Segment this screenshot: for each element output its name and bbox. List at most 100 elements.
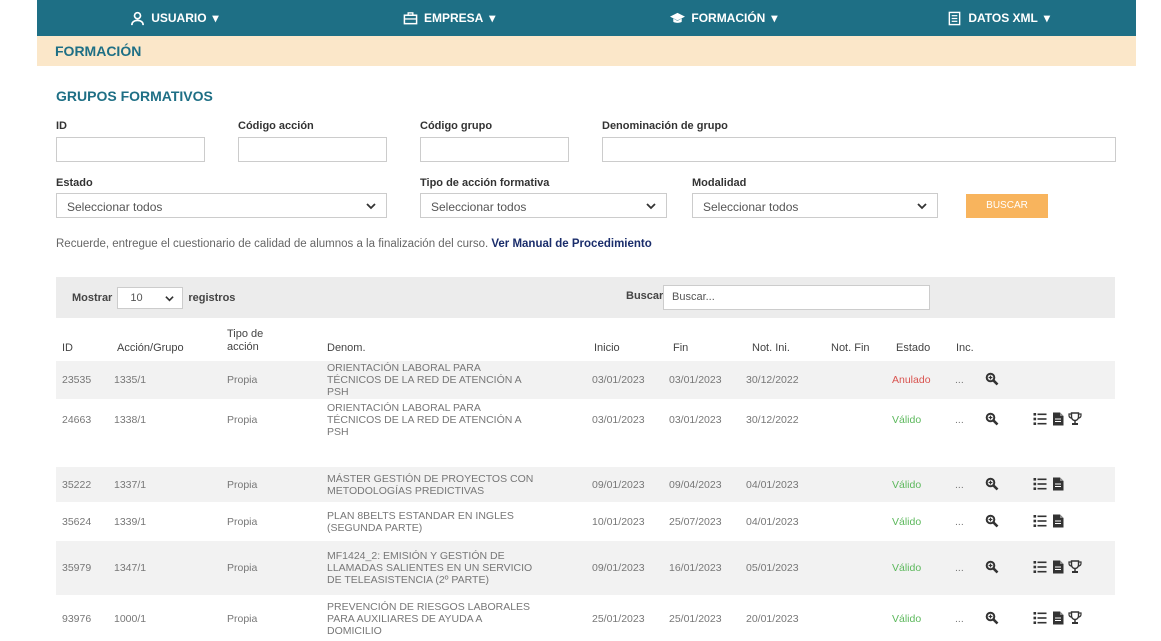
nav-formacion[interactable]: FORMACIÓN ▾: [587, 0, 862, 36]
modalidad-select[interactable]: Seleccionar todos: [692, 193, 938, 218]
manual-link[interactable]: Ver Manual de Procedimiento: [491, 238, 651, 250]
cell-denom-line: MF1424_2: EMISIÓN Y GESTIÓN DE: [327, 550, 505, 562]
list-icon[interactable]: [1033, 611, 1047, 625]
table-header: ID Acción/Grupo Tipo de acción Denom. Ini…: [56, 324, 1115, 360]
document-list-icon: [948, 11, 961, 25]
document-icon[interactable]: [1051, 412, 1065, 426]
tipo-accion-select-value: Seleccionar todos: [431, 200, 527, 214]
cell-tipo: Propia: [227, 613, 258, 625]
cell-fin: 25/01/2023: [669, 613, 722, 625]
table-row: 93976 1000/1 Propia PREVENCIÓN DE RIESGOS L…: [56, 597, 1115, 641]
section-title: GRUPOS FORMATIVOS: [56, 88, 213, 104]
list-icon[interactable]: [1033, 514, 1047, 528]
page-title: FORMACIÓN: [37, 36, 1136, 66]
table-search-input[interactable]: Buscar...: [663, 285, 930, 310]
cell-denom: MF1424_2: EMISIÓN Y GESTIÓN DE LLAMADAS S…: [327, 550, 582, 586]
length-select[interactable]: 10: [117, 287, 184, 309]
document-icon[interactable]: [1051, 514, 1065, 528]
nav-datos-xml-label: DATOS XML: [968, 11, 1038, 25]
col-fin[interactable]: Fin: [673, 342, 688, 354]
search-icon[interactable]: [985, 477, 999, 491]
cell-inc: ...: [955, 562, 964, 574]
graduation-cap-icon: [670, 12, 686, 23]
cell-denom-line: ORIENTACIÓN LABORAL PARA: [327, 362, 481, 374]
cell-denom-line: METODOLOGÍAS PREDICTIVAS: [327, 485, 485, 497]
nav-usuario[interactable]: USUARIO ▾: [37, 0, 312, 36]
id-input[interactable]: [56, 137, 205, 162]
status-badge: Válido: [892, 516, 922, 528]
chevron-down-icon: [646, 203, 656, 210]
cell-denom: MÁSTER GESTIÓN DE PROYECTOS CON METODOLOG…: [327, 473, 582, 497]
nav-formacion-label: FORMACIÓN: [691, 11, 766, 25]
list-icon[interactable]: [1033, 560, 1047, 574]
cell-denom-line: TÉCNICOS DE LA RED DE ATENCIÓN A: [327, 414, 522, 426]
document-icon[interactable]: [1051, 611, 1065, 625]
search-icon[interactable]: [985, 611, 999, 625]
cell-inc: ...: [955, 613, 964, 625]
modalidad-label: Modalidad: [692, 177, 747, 189]
cell-denom-line: TÉCNICOS DE LA RED DE ATENCIÓN A: [327, 374, 522, 386]
list-icon[interactable]: [1033, 477, 1047, 491]
col-tipo-line1: Tipo de: [227, 328, 264, 340]
cell-inicio: 25/01/2023: [592, 613, 645, 625]
cell-not-ini: 30/12/2022: [746, 414, 799, 426]
table-row: 35979 1347/1 Propia MF1424_2: EMISIÓN Y GES…: [56, 541, 1115, 595]
mostrar-label: Mostrar: [72, 292, 113, 304]
cell-fin: 25/07/2023: [669, 516, 722, 528]
cell-inicio: 09/01/2023: [592, 562, 645, 574]
denominacion-label: Denominación de grupo: [602, 120, 728, 132]
cell-denom-line: DOMICILIO: [327, 625, 382, 637]
cell-denom: ORIENTACIÓN LABORAL PARA TÉCNICOS DE LA R…: [327, 362, 582, 398]
trophy-icon[interactable]: [1068, 412, 1082, 426]
col-tipo-line2: acción: [227, 341, 259, 353]
codigo-grupo-label: Código grupo: [420, 120, 493, 132]
col-tipo[interactable]: Tipo de acción: [227, 328, 263, 354]
chevron-down-icon: [917, 203, 927, 210]
search-icon[interactable]: [985, 372, 999, 386]
trophy-icon[interactable]: [1068, 560, 1082, 574]
col-inicio[interactable]: Inicio: [594, 342, 620, 354]
col-inc[interactable]: Inc.: [956, 342, 974, 354]
caret-down-icon: ▾: [212, 11, 219, 25]
cell-denom-line: PLAN 8BELTS ESTANDAR EN INGLES: [327, 510, 514, 522]
table-row: 35624 1339/1 Propia PLAN 8BELTS ESTANDAR EN…: [56, 504, 1115, 539]
cell-inicio: 10/01/2023: [592, 516, 645, 528]
col-denom[interactable]: Denom.: [327, 342, 366, 354]
status-badge: Anulado: [892, 374, 931, 386]
document-icon[interactable]: [1051, 560, 1065, 574]
caret-down-icon: ▾: [771, 11, 778, 25]
cell-denom: PREVENCIÓN DE RIESGOS LABORALES PARA AUXI…: [327, 601, 582, 637]
search-icon[interactable]: [985, 560, 999, 574]
cell-accion: 1338/1: [114, 414, 147, 426]
col-estado[interactable]: Estado: [896, 342, 930, 354]
length-control: Mostrar 10 registros: [72, 287, 235, 309]
cell-not-ini: 04/01/2023: [746, 479, 799, 491]
nav-empresa[interactable]: EMPRESA ▾: [312, 0, 587, 36]
cell-denom-line: PSH: [327, 386, 349, 398]
cell-inc: ...: [955, 516, 964, 528]
col-not-fin[interactable]: Not. Fin: [831, 342, 870, 354]
caret-down-icon: ▾: [489, 11, 496, 25]
denominacion-input[interactable]: [602, 137, 1116, 162]
codigo-accion-input[interactable]: [238, 137, 387, 162]
nav-datos-xml[interactable]: DATOS XML ▾: [861, 0, 1136, 36]
trophy-icon[interactable]: [1068, 611, 1082, 625]
cell-fin: 16/01/2023: [669, 562, 722, 574]
cell-inicio: 09/01/2023: [592, 479, 645, 491]
cell-inc: ...: [955, 374, 964, 386]
table-row: 23535 1335/1 Propia ORIENTACIÓN LABORAL PAR…: [56, 361, 1115, 399]
cell-denom-line: PSH: [327, 426, 349, 438]
buscar-button[interactable]: BUSCAR: [966, 194, 1048, 218]
cell-accion: 1339/1: [114, 516, 147, 528]
list-icon[interactable]: [1033, 412, 1047, 426]
tipo-accion-select[interactable]: Seleccionar todos: [420, 193, 667, 218]
estado-select[interactable]: Seleccionar todos: [56, 193, 387, 218]
col-accion[interactable]: Acción/Grupo: [117, 342, 184, 354]
search-icon[interactable]: [985, 412, 999, 426]
col-not-ini[interactable]: Not. Ini.: [752, 342, 790, 354]
document-icon[interactable]: [1051, 477, 1065, 491]
notice-text: Recuerde, entregue el cuestionario de ca…: [56, 238, 489, 250]
codigo-grupo-input[interactable]: [420, 137, 569, 162]
col-id[interactable]: ID: [62, 342, 73, 354]
search-icon[interactable]: [985, 514, 999, 528]
